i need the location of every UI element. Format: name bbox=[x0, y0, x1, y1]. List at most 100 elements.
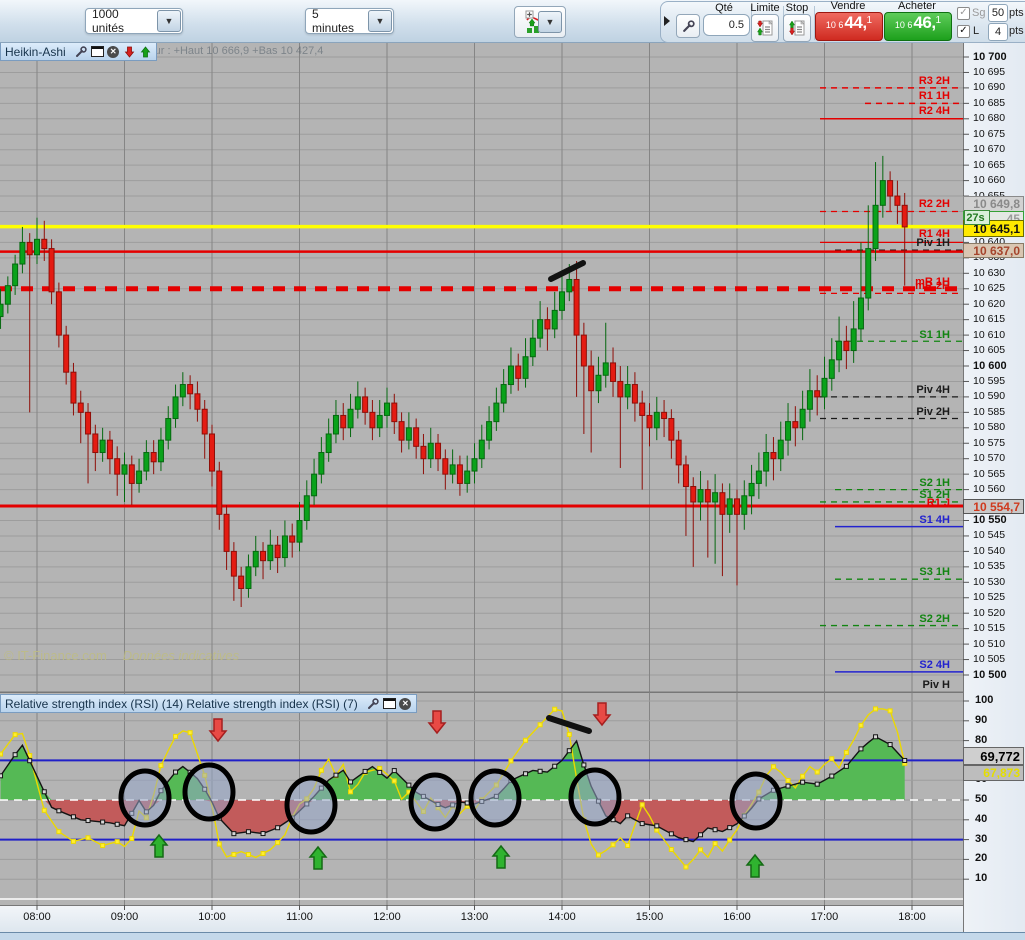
candle-body bbox=[92, 433, 99, 454]
chevron-down-icon[interactable]: ▼ bbox=[368, 10, 392, 32]
sg-points-input[interactable]: 50 bbox=[988, 4, 1008, 22]
close-icon[interactable]: ✕ bbox=[399, 697, 412, 710]
candle-body bbox=[194, 393, 201, 410]
wrench-icon[interactable] bbox=[75, 45, 88, 58]
units-select[interactable]: 1000 unités ▼ bbox=[85, 7, 183, 35]
candle-body bbox=[646, 414, 653, 429]
candle-body bbox=[19, 241, 26, 265]
rsi7-line-marker bbox=[537, 722, 543, 728]
rsi7-line-marker bbox=[683, 864, 689, 870]
rsi14-line-marker bbox=[56, 808, 62, 814]
price-axis-label: 10 685 bbox=[973, 96, 1006, 109]
close-icon[interactable]: ✕ bbox=[107, 45, 120, 58]
buy-signal-arrow bbox=[491, 844, 511, 869]
limit-order-button[interactable] bbox=[751, 14, 779, 42]
window-icon[interactable] bbox=[90, 45, 104, 58]
wrench-icon[interactable] bbox=[367, 697, 380, 710]
buy-button[interactable]: 10 6 46, 1 bbox=[884, 12, 952, 41]
sg-checkbox[interactable]: ✓ bbox=[957, 7, 970, 20]
candle-body bbox=[332, 414, 339, 435]
rsi-axis-label: 90 bbox=[975, 713, 988, 726]
collapse-arrow-icon[interactable] bbox=[663, 15, 671, 27]
price-axis-label: 10 520 bbox=[973, 606, 1006, 619]
chart-type-button[interactable]: ▼ bbox=[514, 6, 566, 38]
sg-label: Sg bbox=[972, 7, 986, 19]
order-settings-button[interactable] bbox=[676, 14, 700, 38]
rsi7-line-marker bbox=[610, 842, 616, 848]
price-panel-title: Heikin-Ashi bbox=[5, 44, 66, 59]
candle-body bbox=[325, 433, 332, 454]
buy-arrow-icon[interactable] bbox=[139, 45, 152, 58]
rsi14-line-marker bbox=[654, 823, 660, 829]
candle-body bbox=[515, 365, 522, 379]
qty-input[interactable]: 0.5 bbox=[703, 14, 750, 36]
buy-signal-arrow bbox=[745, 853, 765, 878]
candle-body bbox=[230, 550, 237, 577]
candle-body bbox=[785, 421, 792, 441]
rsi7-line-marker bbox=[566, 731, 572, 737]
charts-canvas[interactable] bbox=[0, 0, 1025, 939]
rsi14-line-marker bbox=[537, 768, 543, 774]
level-label: S2 4H bbox=[919, 659, 950, 671]
candle-body bbox=[420, 445, 427, 460]
candle-body bbox=[114, 458, 121, 475]
buy-signal-arrow bbox=[308, 845, 328, 870]
chevron-down-icon[interactable]: ▼ bbox=[538, 11, 562, 33]
rsi-panel-header[interactable]: Relative strength index (RSI) (14) Relat… bbox=[0, 694, 417, 713]
sell-button[interactable]: 10 6 44, 1 bbox=[815, 12, 883, 41]
rsi7-line-marker bbox=[814, 769, 820, 775]
candle-body bbox=[682, 464, 689, 488]
rsi14-line-marker bbox=[85, 818, 91, 824]
rsi7-line-marker bbox=[523, 737, 529, 743]
rsi7-line-marker bbox=[348, 789, 354, 795]
rsi14-line-marker bbox=[814, 781, 820, 787]
candle-body bbox=[507, 365, 514, 386]
rsi7-line-marker bbox=[129, 836, 135, 842]
candle-body bbox=[814, 390, 821, 398]
candle-body bbox=[573, 278, 580, 336]
price-axis-label: 10 615 bbox=[973, 313, 1006, 326]
candle-body bbox=[77, 402, 84, 413]
price-axis-label: 10 545 bbox=[973, 529, 1006, 542]
candle-body bbox=[362, 396, 369, 413]
sell-arrow-icon[interactable] bbox=[123, 45, 136, 58]
candle-body bbox=[398, 421, 405, 441]
rsi14-line-marker bbox=[0, 773, 4, 779]
candle-body bbox=[726, 498, 733, 515]
level-label: Piv 2H bbox=[916, 406, 950, 418]
candle-body bbox=[318, 452, 325, 475]
rsi14-line-marker bbox=[523, 771, 529, 777]
rsi7-line-marker bbox=[114, 839, 120, 845]
buy-label: Acheter bbox=[898, 0, 936, 12]
candle-body bbox=[311, 473, 318, 497]
chevron-down-icon[interactable]: ▼ bbox=[157, 10, 181, 32]
rsi14-line-marker bbox=[70, 814, 76, 820]
stop-order-button[interactable] bbox=[783, 14, 811, 42]
rsi14-line-marker bbox=[377, 769, 383, 775]
l-points-input[interactable]: 4 bbox=[988, 23, 1008, 41]
candle-body bbox=[99, 439, 106, 454]
timeframe-select[interactable]: 5 minutes ▼ bbox=[305, 7, 394, 35]
candle-body bbox=[281, 535, 288, 559]
sell-signal-arrow bbox=[427, 710, 447, 735]
rsi7-line-marker bbox=[654, 827, 660, 833]
window-icon[interactable] bbox=[382, 697, 396, 710]
candle-body bbox=[755, 470, 762, 484]
candle-body bbox=[223, 513, 230, 552]
rsi14-line-marker bbox=[231, 831, 237, 837]
price-panel-header[interactable]: Heikin-Ashi ✕ bbox=[0, 42, 157, 61]
qty-label: Qté bbox=[715, 2, 733, 14]
time-axis-label: 14:00 bbox=[548, 911, 576, 923]
price-axis-label: 10 505 bbox=[973, 653, 1006, 666]
rsi7-line-marker bbox=[318, 767, 324, 773]
candle-body bbox=[70, 371, 77, 404]
sg-points-unit: pts bbox=[1009, 7, 1024, 19]
candle-body bbox=[26, 241, 33, 256]
l-checkbox[interactable]: ✓ bbox=[957, 25, 970, 38]
candle-body bbox=[828, 359, 835, 379]
candle-body bbox=[704, 489, 711, 503]
rsi14-line-marker bbox=[668, 831, 674, 837]
candle-body bbox=[121, 464, 128, 475]
candle-body bbox=[187, 384, 194, 395]
rsi7-line-marker bbox=[173, 733, 179, 739]
